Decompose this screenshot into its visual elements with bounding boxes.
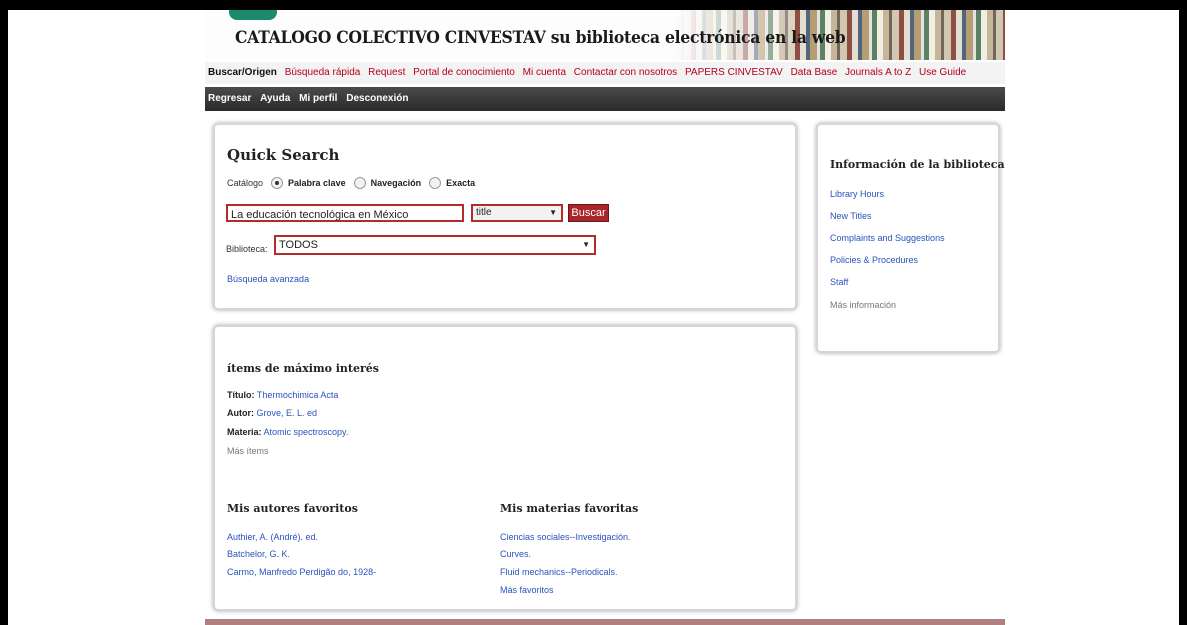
more-favorites-link[interactable]: Más favoritos: [500, 585, 554, 595]
fav-authors-title: Mis autores favoritos: [227, 502, 358, 515]
fav-subject-item[interactable]: Ciencias sociales--Investigación.: [500, 532, 631, 542]
search-field-select[interactable]: title ▼: [471, 204, 563, 222]
quick-search-title: Quick Search: [227, 146, 340, 164]
nav-buscar-origen[interactable]: Buscar/Origen: [208, 67, 277, 78]
nav-busqueda-rapida[interactable]: Búsqueda rápida: [285, 67, 361, 78]
site-title: CATALOGO COLECTIVO CINVESTAV su bibliote…: [235, 28, 846, 48]
header-banner: CATALOGO COLECTIVO CINVESTAV su bibliote…: [205, 10, 1005, 60]
nav-contactar[interactable]: Contactar con nosotros: [574, 67, 677, 78]
library-label: Biblioteca:: [226, 244, 268, 254]
radio-exacta[interactable]: [429, 177, 442, 189]
catalog-label: Catálogo: [227, 178, 264, 188]
user-nav: Regresar Ayuda Mi perfil Desconexión: [205, 87, 1005, 111]
screen-frame-top: [0, 0, 1187, 10]
footer-strip: [205, 619, 1005, 625]
titulo-link[interactable]: Thermochimica Acta: [257, 390, 339, 400]
search-mode-group: Catálogo Palabra clave Navegación Exacta: [227, 177, 475, 189]
buscar-button[interactable]: Buscar: [568, 204, 609, 222]
fav-author-item[interactable]: Carmo, Manfredo Perdigão do, 1928-: [227, 567, 376, 577]
materia-label: Materia:: [227, 427, 262, 437]
materia-link[interactable]: Atomic spectroscopy.: [264, 427, 349, 437]
chevron-down-icon: ▼: [582, 240, 590, 249]
info-link-new-titles[interactable]: New Titles: [830, 211, 872, 221]
nav-desconexion[interactable]: Desconexión: [346, 93, 408, 104]
library-site: CATALOGO COLECTIVO CINVESTAV su bibliote…: [205, 10, 1005, 625]
radio-palabra-clave[interactable]: [271, 177, 284, 189]
items-panel: ítems de máximo interés Título: Thermoch…: [213, 325, 797, 611]
fav-subjects-title: Mis materias favoritas: [500, 502, 639, 515]
nav-mi-cuenta[interactable]: Mi cuenta: [523, 67, 566, 78]
radio-label-palabra-clave: Palabra clave: [288, 178, 346, 188]
item-materia: Materia: Atomic spectroscopy.: [227, 427, 348, 437]
quick-search-panel: Quick Search Catálogo Palabra clave Nave…: [213, 123, 797, 310]
autor-label: Autor:: [227, 408, 254, 418]
fav-author-item[interactable]: Batchelor, G. K.: [227, 549, 290, 559]
radio-label-navegacion: Navegación: [370, 178, 422, 188]
search-input[interactable]: La educación tecnológica en México: [226, 204, 464, 222]
nav-ayuda[interactable]: Ayuda: [260, 93, 290, 104]
radio-label-exacta: Exacta: [446, 178, 476, 188]
info-link-staff[interactable]: Staff: [830, 277, 848, 287]
top-nav: Buscar/Origen Búsqueda rápida Request Po…: [205, 62, 1005, 84]
titulo-label: Título:: [227, 390, 255, 400]
info-title: Información de la biblioteca: [830, 158, 1005, 171]
nav-request[interactable]: Request: [368, 67, 405, 78]
library-select[interactable]: TODOS ▼: [274, 235, 596, 255]
nav-papers[interactable]: PAPERS CINVESTAV: [685, 67, 783, 78]
logo-icon: [229, 10, 277, 20]
fav-author-item[interactable]: Authier, A. (André). ed.: [227, 532, 318, 542]
info-link-complaints[interactable]: Complaints and Suggestions: [830, 233, 945, 243]
fav-subject-item[interactable]: Curves.: [500, 549, 531, 559]
nav-journals[interactable]: Journals A to Z: [845, 67, 911, 78]
nav-regresar[interactable]: Regresar: [208, 93, 251, 104]
screen-frame-left: [0, 0, 8, 625]
more-info-link[interactable]: Más información: [830, 300, 896, 310]
library-select-value: TODOS: [279, 239, 318, 251]
item-autor: Autor: Grove, E. L. ed: [227, 408, 317, 418]
radio-navegacion[interactable]: [353, 177, 366, 189]
nav-data-base[interactable]: Data Base: [791, 67, 838, 78]
chevron-down-icon: ▼: [549, 208, 557, 217]
library-info-panel: Información de la biblioteca Library Hou…: [816, 123, 1005, 353]
nav-use-guide[interactable]: Use Guide: [919, 67, 966, 78]
item-titulo: Título: Thermochimica Acta: [227, 390, 338, 400]
nav-mi-perfil[interactable]: Mi perfil: [299, 93, 337, 104]
items-title: ítems de máximo interés: [227, 362, 379, 375]
search-field-value: title: [476, 207, 492, 218]
screen-frame-right: [1179, 0, 1187, 625]
advanced-search-link[interactable]: Búsqueda avanzada: [227, 274, 309, 284]
info-link-policies[interactable]: Policies & Procedures: [830, 255, 918, 265]
autor-link[interactable]: Grove, E. L. ed: [257, 408, 318, 418]
fav-subject-item[interactable]: Fluid mechanics--Periodicals.: [500, 567, 618, 577]
more-items-link[interactable]: Más ítems: [227, 446, 269, 456]
info-link-library-hours[interactable]: Library Hours: [830, 189, 884, 199]
nav-portal-conocimiento[interactable]: Portal de conocimiento: [413, 67, 515, 78]
